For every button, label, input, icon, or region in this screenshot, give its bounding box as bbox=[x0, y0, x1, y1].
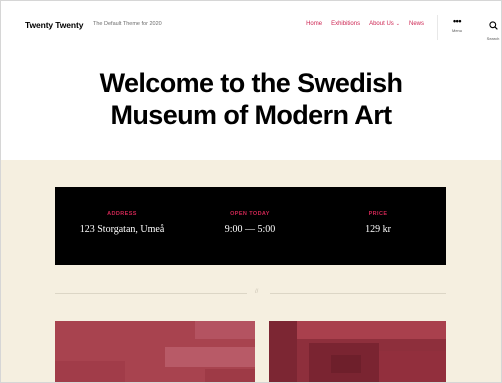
open-today-value: 9:00 — 5:00 bbox=[224, 224, 276, 235]
address-label: ADDRESS bbox=[107, 211, 137, 217]
info-address: ADDRESS 123 Storgatan, Umeå bbox=[57, 211, 187, 235]
header-separator bbox=[437, 15, 438, 40]
info-price: PRICE 129 kr bbox=[313, 211, 443, 235]
featured-image-left[interactable] bbox=[55, 321, 255, 383]
divider-right bbox=[270, 293, 446, 294]
price-label: PRICE bbox=[368, 211, 388, 217]
divider-left bbox=[55, 293, 247, 294]
featured-image-right[interactable] bbox=[269, 321, 446, 383]
site-description: The Default Theme for 2020 bbox=[93, 21, 162, 27]
divider-ornament: // bbox=[255, 289, 259, 295]
address-value: 123 Storgatan, Umeå bbox=[79, 224, 165, 235]
info-box: ADDRESS 123 Storgatan, Umeå OPEN TODAY 9… bbox=[55, 187, 446, 265]
nav-item-about-us[interactable]: About Us ⌄ bbox=[369, 21, 400, 27]
open-today-label: OPEN TODAY bbox=[230, 211, 270, 217]
menu-toggle-button[interactable]: ••• Menu bbox=[448, 16, 466, 34]
price-value: 129 kr bbox=[365, 224, 391, 235]
site-header: Twenty Twenty The Default Theme for 2020… bbox=[0, 0, 502, 160]
menu-label: Menu bbox=[451, 28, 462, 33]
site-title[interactable]: Twenty Twenty bbox=[25, 20, 83, 30]
nav-item-home[interactable]: Home bbox=[306, 21, 322, 27]
info-open-today: OPEN TODAY 9:00 — 5:00 bbox=[185, 211, 315, 235]
chevron-down-icon: ⌄ bbox=[395, 21, 400, 27]
search-icon bbox=[488, 21, 498, 30]
nav-item-about-us-label: About Us bbox=[369, 21, 394, 27]
primary-nav: Home Exhibitions About Us ⌄ News bbox=[306, 21, 424, 27]
page-title: Welcome to the Swedish Museum of Modern … bbox=[99, 68, 403, 130]
menu-dots-icon: ••• bbox=[453, 16, 461, 26]
nav-item-exhibitions[interactable]: Exhibitions bbox=[331, 21, 360, 27]
search-label: Search bbox=[486, 36, 500, 41]
nav-item-news[interactable]: News bbox=[409, 21, 424, 27]
search-toggle-button[interactable]: Search bbox=[484, 17, 502, 41]
